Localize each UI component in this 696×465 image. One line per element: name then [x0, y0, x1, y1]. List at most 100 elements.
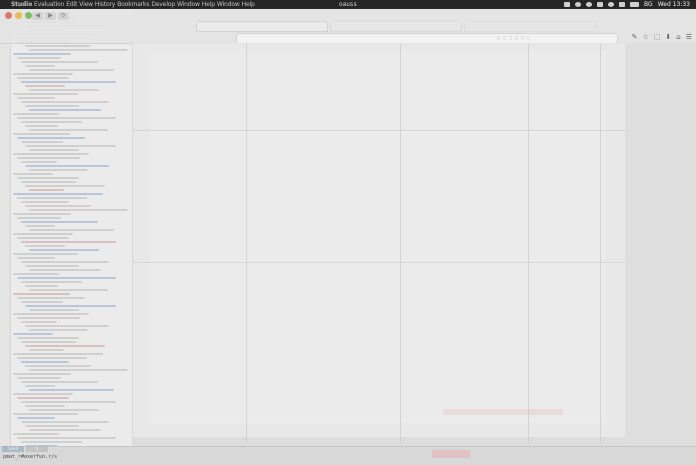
code-line: [21, 61, 98, 63]
browser-tab[interactable]: [464, 21, 596, 32]
code-line: [17, 117, 116, 119]
code-line: [21, 301, 63, 303]
menu-item[interactable]: Help: [241, 0, 256, 9]
code-line: [25, 145, 116, 147]
code-line: [17, 317, 80, 319]
reading-list-icon[interactable]: ⬚: [654, 33, 661, 41]
battery-icon[interactable]: [630, 2, 640, 7]
code-line: [29, 89, 99, 91]
sync-icon[interactable]: [586, 2, 593, 7]
console-tab[interactable]: Shell: [2, 446, 24, 452]
code-line: [25, 405, 65, 407]
code-line: [13, 133, 70, 135]
code-line: [29, 369, 128, 371]
code-line: [29, 149, 79, 151]
code-line: [13, 273, 59, 275]
code-line: [13, 393, 73, 395]
code-line: [21, 321, 57, 323]
code-line: [13, 233, 73, 235]
back-button[interactable]: ◀: [32, 12, 43, 20]
forward-button[interactable]: ▶: [45, 12, 56, 20]
code-line: [29, 329, 88, 331]
overlap-seam: [132, 130, 625, 131]
cloud-icon[interactable]: [575, 2, 582, 7]
browser-toolbar-icons: ✎ ☆ ⬚ ⬇ ⌂ ☰: [632, 33, 692, 41]
code-line: [17, 77, 69, 79]
code-line: [25, 225, 55, 227]
menu-item[interactable]: Window: [216, 0, 241, 9]
menu-item[interactable]: Studio: [10, 0, 33, 9]
code-line: [17, 437, 116, 439]
code-editor-ghost: [0, 9, 132, 449]
code-line: [25, 305, 116, 307]
code-line: [17, 277, 116, 279]
code-line: [25, 85, 65, 87]
code-line: [21, 421, 109, 423]
code-line: [29, 169, 88, 171]
code-line: [17, 397, 69, 399]
code-line: [17, 357, 87, 359]
code-line: [29, 49, 128, 51]
code-line: [25, 45, 91, 47]
terminal-tab[interactable]: R: [26, 446, 48, 452]
reload-button[interactable]: ⟳: [58, 12, 69, 20]
menu-item[interactable]: Develop: [150, 0, 176, 9]
code-line: [13, 433, 59, 435]
code-line: [21, 441, 82, 443]
volume-icon[interactable]: [619, 2, 626, 7]
code-line: [29, 389, 114, 391]
close-window-button[interactable]: [5, 12, 12, 19]
code-line: [17, 217, 61, 219]
code-line: [29, 309, 79, 311]
browser-tab[interactable]: [196, 21, 328, 32]
code-line: [17, 297, 85, 299]
home-icon[interactable]: ⌂: [676, 33, 680, 41]
code-line: [29, 349, 64, 351]
code-line: [17, 57, 61, 59]
code-line: [21, 121, 82, 123]
menu-item[interactable]: History: [94, 0, 116, 9]
code-line: [21, 361, 69, 363]
bookmark-star-icon[interactable]: ☆: [642, 33, 648, 41]
code-line: [13, 293, 70, 295]
menu-icon[interactable]: ☰: [686, 33, 692, 41]
code-line: [13, 373, 71, 375]
dropbox-icon[interactable]: [564, 2, 571, 7]
menu-item[interactable]: Bookmarks: [116, 0, 150, 9]
code-line: [25, 325, 109, 327]
page-content-ghost: [132, 43, 627, 437]
browser-tab[interactable]: [330, 21, 462, 32]
download-icon[interactable]: ⬇: [665, 33, 671, 41]
code-line: [21, 281, 82, 283]
maximize-window-button[interactable]: [25, 12, 32, 19]
code-line: [25, 105, 79, 107]
code-line: [25, 385, 55, 387]
wifi-icon[interactable]: [608, 2, 615, 7]
menu-item[interactable]: Window: [176, 0, 201, 9]
menu-item[interactable]: Edit: [65, 0, 78, 9]
input-source[interactable]: BG: [644, 0, 653, 9]
clock[interactable]: Wed 13:33: [658, 0, 690, 9]
bluetooth-icon[interactable]: [597, 2, 604, 7]
code-line: [25, 205, 91, 207]
code-line: [17, 177, 79, 179]
code-line: [13, 53, 71, 55]
code-line: [17, 137, 85, 139]
menu-item[interactable]: Help: [201, 0, 216, 9]
address-text: ⬚ ⬚ ⬚ ⬚ ⬚ ⬚: [497, 35, 531, 41]
minimize-window-button[interactable]: [15, 12, 22, 19]
menubar-status-area: BG Wed 13:33: [564, 0, 690, 9]
code-line: [21, 201, 69, 203]
menu-item[interactable]: Evaluation: [33, 0, 65, 9]
edit-icon[interactable]: ✎: [632, 33, 638, 41]
error-indicator: [432, 450, 470, 458]
code-line: [21, 81, 116, 83]
code-line: [13, 73, 73, 75]
menu-item[interactable]: View: [78, 0, 94, 9]
overlap-seam: [600, 43, 601, 443]
code-line: [29, 249, 99, 251]
code-line: [29, 69, 114, 71]
code-line: [21, 141, 63, 143]
code-line: [13, 153, 89, 155]
code-line: [17, 197, 87, 199]
